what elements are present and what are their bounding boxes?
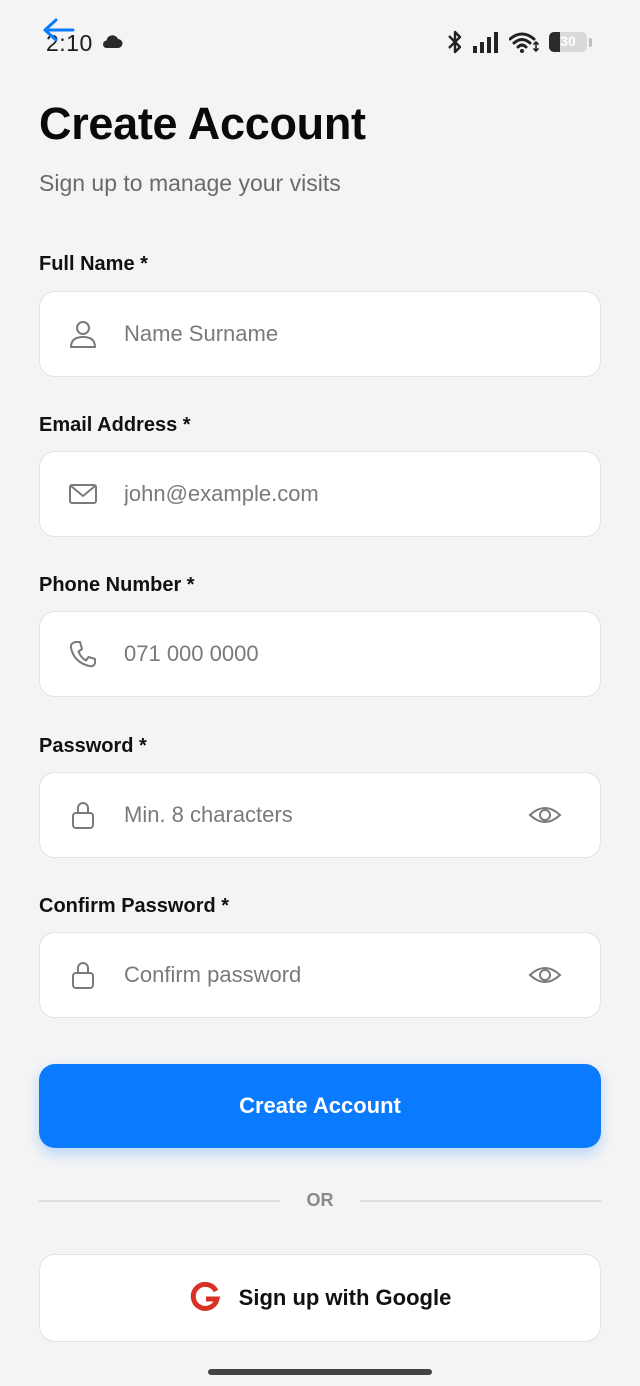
create-account-button[interactable]: Create Account	[39, 1064, 601, 1148]
password-field[interactable]	[39, 772, 601, 858]
page-title: Create Account	[39, 98, 366, 149]
user-icon	[70, 321, 96, 348]
full-name-field[interactable]	[39, 291, 601, 377]
eye-icon[interactable]	[528, 801, 562, 829]
battery-icon: 30	[549, 32, 587, 52]
status-icons: 30	[447, 28, 592, 56]
eye-icon[interactable]	[528, 961, 562, 989]
full-name-input[interactable]	[124, 292, 504, 375]
phone-input[interactable]	[124, 612, 504, 695]
google-signup-button[interactable]: Sign up with Google	[39, 1254, 601, 1342]
email-field[interactable]	[39, 451, 601, 537]
phone-label: Phone Number *	[39, 574, 195, 596]
page-subtitle: Sign up to manage your visits	[39, 170, 341, 196]
confirm-password-field[interactable]	[39, 932, 601, 1018]
home-indicator[interactable]	[208, 1369, 432, 1375]
email-label: Email Address *	[39, 414, 191, 436]
status-bar: 2:10 30	[0, 0, 640, 84]
divider-line-right	[360, 1200, 601, 1202]
back-arrow-icon[interactable]	[42, 16, 76, 44]
email-input[interactable]	[124, 452, 504, 535]
password-input[interactable]	[124, 773, 504, 856]
signal-icon	[473, 32, 498, 53]
confirm-password-input[interactable]	[124, 933, 504, 1016]
bluetooth-icon	[448, 30, 462, 54]
battery-level: 30	[560, 33, 576, 49]
wifi-icon	[509, 32, 539, 53]
lock-icon	[72, 802, 94, 829]
lock-icon	[72, 962, 94, 989]
confirm-password-label: Confirm Password *	[39, 895, 230, 917]
full-name-label: Full Name *	[39, 253, 148, 275]
mail-icon	[69, 484, 97, 504]
phone-icon	[69, 641, 96, 668]
password-label: Password *	[39, 735, 147, 757]
cloud-icon	[103, 35, 123, 48]
google-logo-icon	[190, 1282, 220, 1311]
google-signup-label: Sign up with Google	[238, 1285, 452, 1310]
battery-tip	[589, 37, 592, 47]
phone-field[interactable]	[39, 611, 601, 697]
